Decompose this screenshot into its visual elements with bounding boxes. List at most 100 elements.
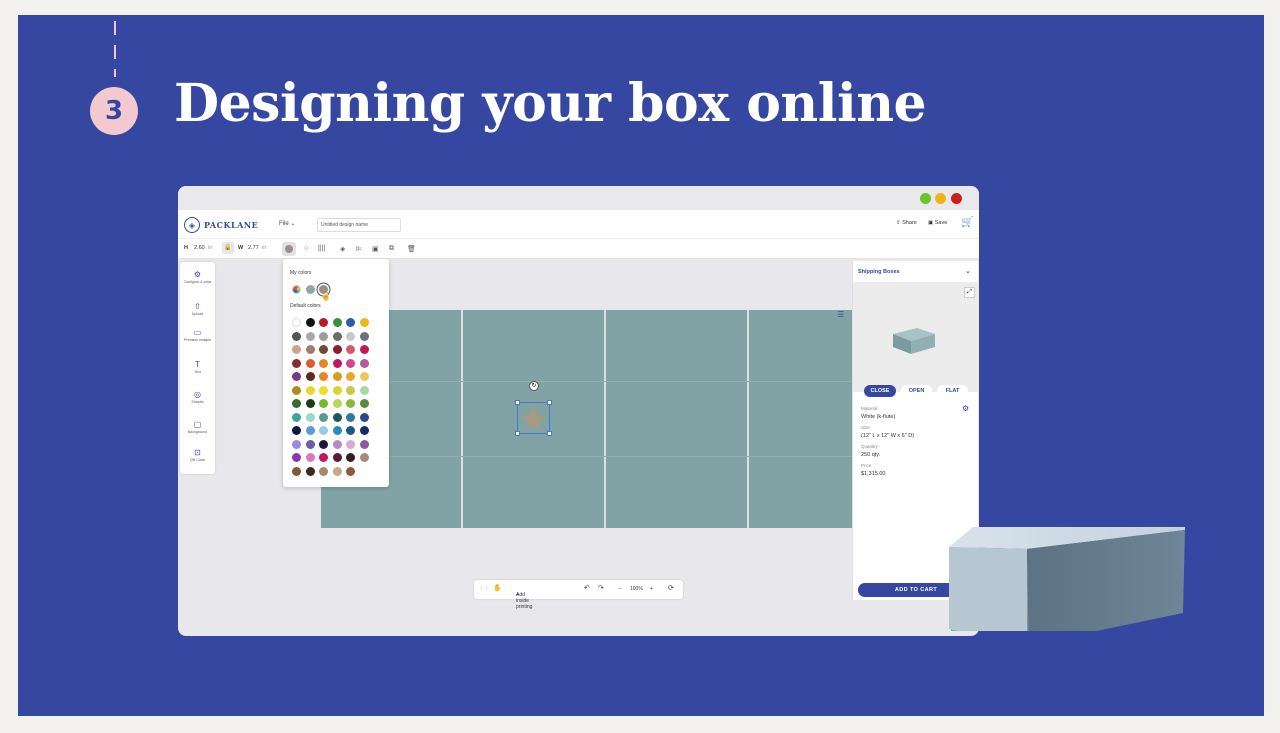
color-swatch[interactable] bbox=[292, 412, 301, 422]
hand-icon[interactable]: ✋ bbox=[493, 584, 502, 592]
color-swatch[interactable] bbox=[359, 399, 369, 408]
sidebar-item-text[interactable]: T Text bbox=[180, 360, 215, 374]
color-swatch[interactable] bbox=[359, 453, 369, 462]
box-3d-preview[interactable]: ⤢ CLOSE OPEN FLAT bbox=[853, 282, 979, 397]
color-swatch[interactable] bbox=[332, 318, 342, 327]
resize-handle[interactable] bbox=[515, 400, 520, 405]
color-swatch[interactable] bbox=[346, 358, 355, 368]
color-swatch[interactable] bbox=[292, 426, 301, 435]
lock-aspect-icon[interactable]: 🔒 bbox=[222, 242, 234, 254]
trash-icon[interactable]: 🗑 bbox=[407, 245, 416, 253]
undo-icon[interactable]: ↶ bbox=[584, 584, 590, 592]
selection-box[interactable] bbox=[515, 400, 552, 436]
color-swatch[interactable] bbox=[346, 466, 355, 476]
color-swatch[interactable] bbox=[305, 426, 315, 435]
color-swatch[interactable] bbox=[346, 439, 355, 449]
color-swatch[interactable] bbox=[305, 453, 315, 462]
color-swatch[interactable] bbox=[332, 426, 342, 435]
color-swatch[interactable] bbox=[292, 331, 301, 341]
color-swatch[interactable] bbox=[332, 412, 342, 422]
color-swatch[interactable] bbox=[319, 426, 328, 435]
file-menu[interactable]: File ⌄ bbox=[279, 220, 295, 227]
color-swatch[interactable] bbox=[346, 331, 355, 341]
cart-icon[interactable]: 🛒 bbox=[961, 217, 973, 228]
fullscreen-icon[interactable]: ⤢ bbox=[964, 287, 975, 298]
view-close-button[interactable]: CLOSE bbox=[864, 385, 896, 397]
color-swatch[interactable] bbox=[305, 439, 315, 449]
color-swatch[interactable] bbox=[359, 426, 369, 435]
sidebar-item-upload[interactable]: ⇧ Upload bbox=[180, 302, 215, 316]
color-swatch[interactable] bbox=[346, 385, 355, 395]
color-swatch[interactable] bbox=[292, 372, 301, 381]
color-swatch[interactable] bbox=[332, 466, 342, 476]
zoom-out-icon[interactable]: − bbox=[619, 586, 622, 592]
design-canvas[interactable]: ☰ ↻ bbox=[321, 310, 853, 528]
color-swatch[interactable] bbox=[305, 372, 315, 381]
color-swatch[interactable] bbox=[359, 331, 369, 341]
resize-handle[interactable] bbox=[515, 431, 520, 436]
color-swatch[interactable] bbox=[346, 318, 355, 327]
sidebar-item-background[interactable]: ▢ Background bbox=[180, 420, 215, 434]
layers-icon[interactable]: ◈ bbox=[340, 245, 345, 253]
color-swatch[interactable] bbox=[359, 385, 369, 395]
color-swatch[interactable] bbox=[292, 318, 301, 327]
color-swatch[interactable] bbox=[305, 399, 315, 408]
color-swatch[interactable] bbox=[305, 412, 315, 422]
color-swatch[interactable] bbox=[319, 318, 328, 327]
gear-icon[interactable]: ⚙ bbox=[962, 404, 969, 413]
zoom-in-icon[interactable]: + bbox=[650, 586, 653, 592]
redo-icon[interactable]: ↷ bbox=[598, 584, 604, 592]
sidebar-item-qr-code[interactable]: ⊡ QR Code bbox=[180, 448, 215, 462]
color-swatch[interactable] bbox=[319, 439, 328, 449]
color-swatch[interactable] bbox=[305, 345, 315, 354]
sidebar-item-premium-images[interactable]: ▭ Premium images bbox=[180, 328, 215, 342]
packlane-logo[interactable]: ◈ PACKLANE bbox=[184, 217, 258, 233]
window-minimize-button[interactable] bbox=[935, 193, 946, 204]
sidebar-item-configure[interactable]: ⚙ Configure & price bbox=[180, 270, 215, 284]
design-name-input[interactable]: Untitled design name bbox=[317, 218, 401, 232]
width-value[interactable]: 2.77 bbox=[248, 245, 259, 251]
color-swatch[interactable] bbox=[292, 466, 301, 476]
color-swatch[interactable] bbox=[319, 331, 328, 341]
align-icon[interactable]: ⊫ bbox=[356, 245, 362, 253]
color-swatch[interactable] bbox=[359, 318, 369, 327]
color-swatch[interactable] bbox=[359, 345, 369, 354]
window-close-button[interactable] bbox=[951, 193, 962, 204]
color-swatch[interactable] bbox=[332, 345, 342, 354]
color-swatch[interactable] bbox=[346, 453, 355, 462]
my-color-swatch[interactable] bbox=[306, 285, 315, 294]
height-value[interactable]: 2.60 bbox=[194, 245, 205, 251]
border-icon[interactable]: ○ bbox=[304, 245, 308, 252]
color-swatch[interactable] bbox=[332, 385, 342, 395]
color-swatch[interactable] bbox=[359, 372, 369, 381]
group-icon[interactable]: ▣ bbox=[372, 245, 379, 253]
color-swatch[interactable] bbox=[319, 358, 328, 368]
color-swatch[interactable] bbox=[346, 426, 355, 435]
color-swatch[interactable] bbox=[346, 399, 355, 408]
add-color-icon[interactable] bbox=[292, 285, 301, 294]
color-swatch[interactable] bbox=[319, 412, 328, 422]
duplicate-icon[interactable]: ⧉ bbox=[389, 245, 394, 253]
color-swatch[interactable] bbox=[319, 345, 328, 354]
settings-sliders-icon[interactable]: ☰ bbox=[837, 310, 844, 319]
pattern-icon[interactable]: |||| bbox=[318, 245, 325, 252]
color-swatch[interactable] bbox=[292, 358, 301, 368]
view-flat-button[interactable]: FLAT bbox=[937, 385, 968, 397]
rotate-handle-icon[interactable]: ↻ bbox=[529, 381, 539, 391]
color-swatch[interactable] bbox=[332, 372, 342, 381]
color-swatch[interactable] bbox=[346, 372, 355, 381]
color-swatch[interactable] bbox=[332, 399, 342, 408]
box-panel[interactable] bbox=[606, 310, 747, 528]
color-swatch[interactable] bbox=[292, 453, 301, 462]
star-shape[interactable] bbox=[518, 403, 549, 433]
color-swatch[interactable] bbox=[305, 331, 315, 341]
color-swatch[interactable] bbox=[359, 412, 369, 422]
box-panel[interactable] bbox=[749, 310, 853, 528]
sidebar-item-shapes[interactable]: ◎ Shapes bbox=[180, 390, 215, 404]
color-swatch[interactable] bbox=[332, 331, 342, 341]
color-swatch[interactable] bbox=[319, 385, 328, 395]
color-swatch[interactable] bbox=[292, 345, 301, 354]
color-swatch[interactable] bbox=[319, 466, 328, 476]
color-swatch[interactable] bbox=[332, 358, 342, 368]
window-maximize-button[interactable] bbox=[920, 193, 931, 204]
